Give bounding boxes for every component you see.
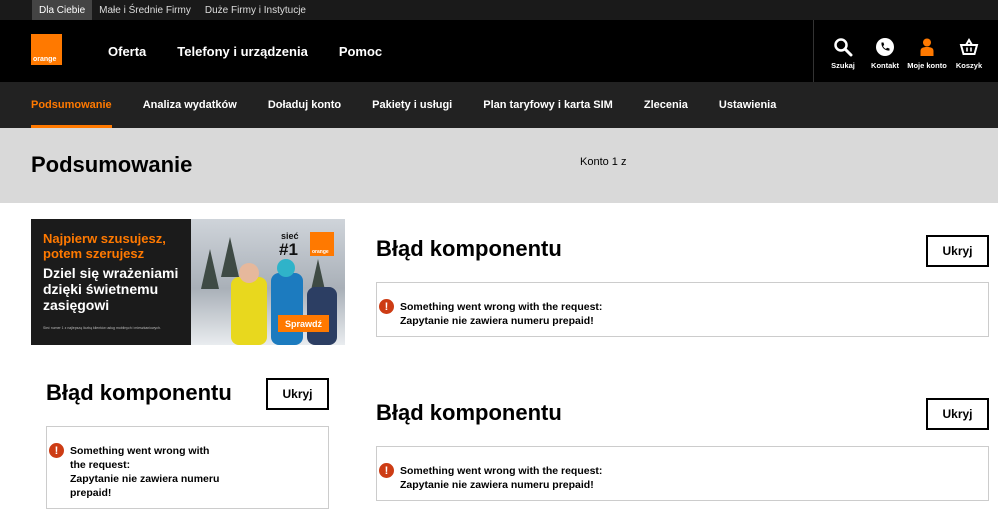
hide-button[interactable]: Ukryj: [266, 378, 329, 410]
nav-oferta[interactable]: Oferta: [108, 44, 146, 59]
account-subnav: Podsumowanie Analiza wydatków Doładuj ko…: [0, 82, 998, 128]
search-label: Szukaj: [831, 61, 855, 70]
banner-orange-logo: orange: [310, 232, 334, 256]
component-error-title: Błąd komponentu: [376, 236, 562, 261]
banner-person: [231, 277, 267, 345]
basket-icon: [958, 36, 980, 58]
account-selector-label[interactable]: Konto 1 z: [580, 156, 626, 168]
segment-bar: Dla Ciebie Małe i Średnie Firmy Duże Fir…: [0, 0, 998, 20]
error-message-box: ! Something went wrong with the request:…: [46, 426, 329, 509]
banner-tree: [201, 249, 219, 289]
banner-logo-text: orange: [312, 249, 329, 255]
nav-telefony[interactable]: Telefony i urządzenia: [177, 44, 308, 59]
phone-icon: [874, 36, 896, 58]
error-line: Zapytanie nie zawiera numeru: [70, 473, 220, 485]
error-message-box: ! Something went wrong with the request:…: [376, 282, 989, 337]
segment-duze-firmy[interactable]: Duże Firmy i Instytucje: [198, 0, 313, 20]
banner-helmet: [277, 259, 295, 277]
search-button[interactable]: Szukaj: [822, 20, 864, 82]
error-icon: !: [379, 299, 394, 314]
component-error-title: Błąd komponentu: [376, 400, 562, 425]
contact-button[interactable]: Kontakt: [864, 20, 906, 82]
subnav-doladuj-konto[interactable]: Doładuj konto: [268, 82, 341, 128]
error-message: Something went wrong with the request: Z…: [400, 300, 602, 328]
banner-badge-number: #1: [279, 240, 298, 259]
header-tools: Szukaj Kontakt Moje konto Koszyk: [822, 20, 990, 82]
error-line: prepaid!: [70, 487, 112, 499]
orange-logo[interactable]: orange: [31, 34, 62, 65]
error-icon: !: [379, 463, 394, 478]
error-message: Something went wrong with the request: Z…: [400, 464, 602, 492]
error-line: Something went wrong with the request:: [400, 301, 603, 313]
subnav-podsumowanie[interactable]: Podsumowanie: [31, 82, 112, 128]
user-icon: [916, 36, 938, 58]
cart-button[interactable]: Koszyk: [948, 20, 990, 82]
search-icon: [832, 36, 854, 58]
segment-dla-ciebie[interactable]: Dla Ciebie: [32, 0, 93, 20]
contact-label: Kontakt: [871, 61, 899, 70]
banner-headline: Najpierw szusujesz, potem szerujesz: [43, 231, 166, 261]
main-nav: Oferta Telefony i urządzenia Pomoc: [108, 20, 413, 82]
page-title-band: Podsumowanie Konto 1 z: [0, 128, 998, 203]
banner-person: [271, 273, 303, 345]
banner-cta-button[interactable]: Sprawdź: [278, 315, 329, 332]
error-line: Something went wrong with the request:: [400, 465, 603, 477]
main-header: orange Oferta Telefony i urządzenia Pomo…: [0, 20, 998, 82]
hide-button[interactable]: Ukryj: [926, 398, 989, 430]
error-line: Something went wrong with: [70, 445, 210, 457]
my-account-button[interactable]: Moje konto: [906, 20, 948, 82]
subnav-ustawienia[interactable]: Ustawienia: [719, 82, 776, 128]
my-account-label: Moje konto: [907, 61, 947, 70]
page-title: Podsumowanie: [31, 152, 193, 177]
cart-label: Koszyk: [955, 61, 983, 70]
nav-pomoc[interactable]: Pomoc: [339, 44, 382, 59]
segment-male-srednie-firmy[interactable]: Małe i Średnie Firmy: [92, 0, 198, 20]
error-message: Something went wrong with the request: Z…: [70, 444, 219, 500]
logo-text: orange: [33, 56, 57, 63]
banner-subheadline: Dziel się wrażeniami dzięki świetnemu za…: [43, 265, 179, 313]
error-icon: !: [49, 443, 64, 458]
subnav-plan-taryfowy[interactable]: Plan taryfowy i karta SIM: [483, 82, 613, 128]
banner-fineprint: Sieć numer 1 z najlepszą liczbą klientów…: [43, 326, 161, 330]
error-line: Zapytanie nie zawiera numeru prepaid!: [400, 315, 594, 327]
banner-tree: [221, 237, 239, 277]
subnav-analiza-wydatkow[interactable]: Analiza wydatków: [143, 82, 237, 128]
error-line: the request:: [70, 459, 131, 471]
error-message-box: ! Something went wrong with the request:…: [376, 446, 989, 501]
error-line: Zapytanie nie zawiera numeru prepaid!: [400, 479, 594, 491]
subnav-zlecenia[interactable]: Zlecenia: [644, 82, 688, 128]
header-divider: [813, 20, 814, 82]
hide-button[interactable]: Ukryj: [926, 235, 989, 267]
promo-banner[interactable]: Najpierw szusujesz, potem szerujesz Dzie…: [31, 219, 345, 345]
banner-face: [239, 263, 259, 283]
component-error-title: Błąd komponentu: [46, 380, 232, 405]
subnav-pakiety-uslugi[interactable]: Pakiety i usługi: [372, 82, 452, 128]
